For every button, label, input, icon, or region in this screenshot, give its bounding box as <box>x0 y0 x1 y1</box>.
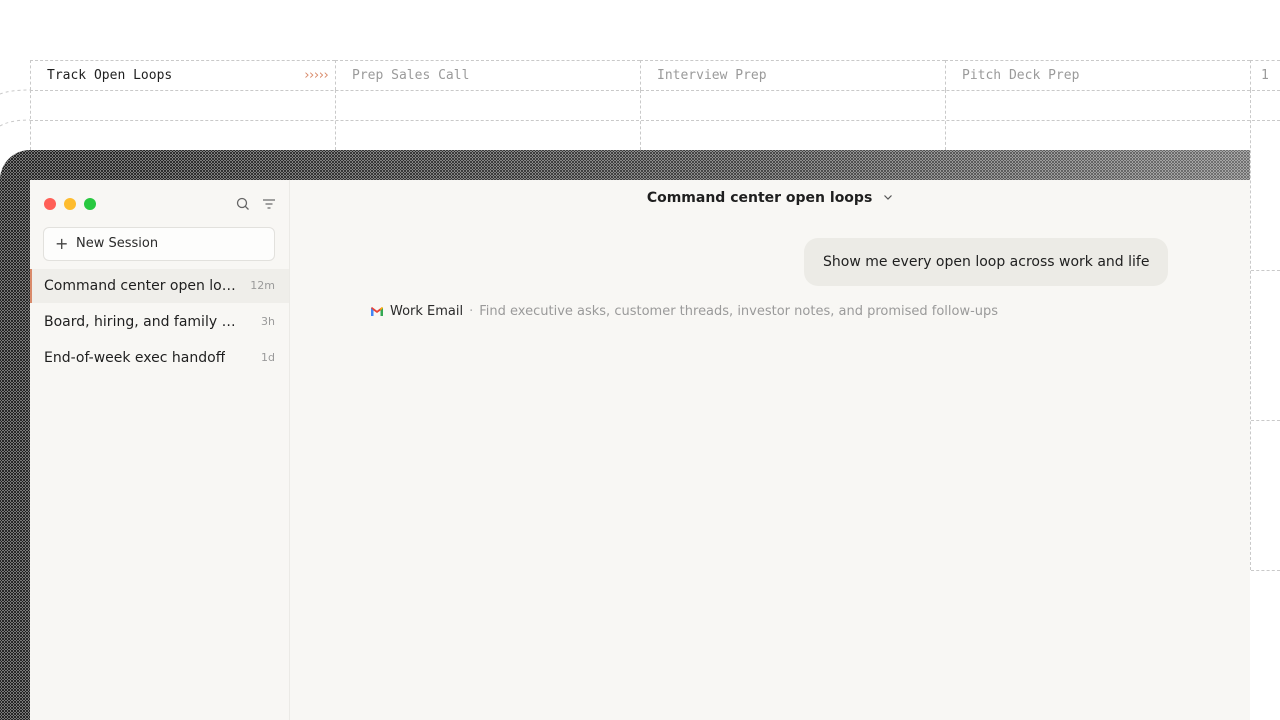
tab-label: 1 <box>1261 68 1269 83</box>
app-window: + New Session Command center open loops … <box>30 180 1250 720</box>
chevrons-right-icon: ››››› <box>302 68 330 83</box>
tab-track-open-loops[interactable]: Track Open Loops ››››› <box>30 60 335 90</box>
session-title: End-of-week exec handoff <box>44 350 226 366</box>
maximize-window-button[interactable] <box>84 198 96 210</box>
session-time: 1d <box>261 351 275 364</box>
tab-label: Prep Sales Call <box>352 68 470 83</box>
session-title: Command center open loops <box>44 278 240 294</box>
tool-source-line: Work Email · Find executive asks, customer… <box>370 304 998 319</box>
session-item[interactable]: End-of-week exec handoff 1d <box>30 341 289 375</box>
chevron-down-icon <box>884 195 893 200</box>
tab-label: Interview Prep <box>657 68 767 83</box>
separator: · <box>469 304 474 319</box>
tab-pitch-deck-prep[interactable]: Pitch Deck Prep <box>945 60 1250 90</box>
plus-icon: + <box>55 234 69 253</box>
source-description: Find executive asks, customer threads, i… <box>479 304 999 319</box>
session-time: 3h <box>261 315 275 328</box>
user-message-text: Show me every open loop across work and … <box>823 254 1150 270</box>
grid-line <box>640 90 641 150</box>
tab-label: Track Open Loops <box>47 68 173 83</box>
source-name: Work Email <box>390 304 464 319</box>
new-session-label: New Session <box>76 236 159 251</box>
close-window-button[interactable] <box>44 198 56 210</box>
grid-line <box>1251 570 1280 571</box>
filter-icon[interactable] <box>261 196 277 212</box>
tab-interview-prep[interactable]: Interview Prep <box>640 60 945 90</box>
new-session-button[interactable]: + New Session <box>43 227 275 261</box>
grid-line <box>30 90 31 150</box>
grid-line <box>1250 90 1251 570</box>
grid-line <box>1251 270 1280 271</box>
conversation-panel: Command center open loops Show me every … <box>290 180 1250 720</box>
grid-line <box>30 90 1280 91</box>
sidebar: + New Session Command center open loops … <box>30 180 290 720</box>
session-item[interactable]: Board, hiring, and family schedule 3h <box>30 305 289 339</box>
grid-curve <box>0 89 30 127</box>
grid-line <box>335 90 336 150</box>
top-tab-strip: Track Open Loops ››››› Prep Sales Call I… <box>30 60 1280 90</box>
user-message-bubble: Show me every open loop across work and … <box>804 238 1169 286</box>
page-title: Command center open loops <box>646 190 873 206</box>
session-time: 12m <box>250 279 275 292</box>
session-item[interactable]: Command center open loops 12m <box>30 269 289 303</box>
tab-label: Pitch Deck Prep <box>962 68 1080 83</box>
grid-line <box>945 90 946 150</box>
grid-line <box>1251 420 1280 421</box>
tab-prep-sales-call[interactable]: Prep Sales Call <box>335 60 640 90</box>
conversation-title-dropdown[interactable]: Command center open loops <box>290 190 1250 206</box>
session-title: Board, hiring, and family schedule <box>44 314 240 330</box>
grid-line <box>30 120 1280 121</box>
gmail-icon <box>371 307 383 316</box>
search-icon[interactable] <box>235 196 251 212</box>
tab-overflow-count[interactable]: 1 <box>1250 60 1280 90</box>
minimize-window-button[interactable] <box>64 198 76 210</box>
